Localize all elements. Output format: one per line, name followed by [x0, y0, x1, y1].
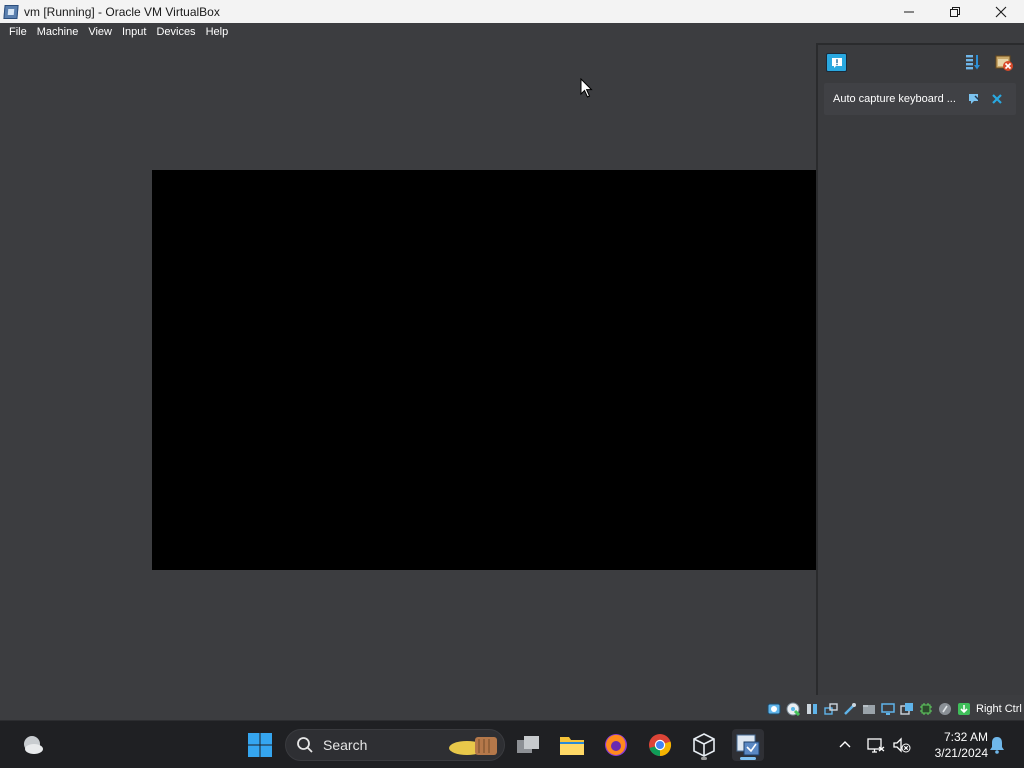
- display-icon[interactable]: [880, 701, 896, 717]
- title-bar: vm [Running] - Oracle VM VirtualBox: [0, 0, 1024, 23]
- optical-drive-icon[interactable]: [785, 701, 801, 717]
- clock-date: 3/21/2024: [934, 746, 988, 760]
- task-view-icon: [517, 736, 539, 753]
- menu-help[interactable]: Help: [201, 23, 234, 42]
- notification-message: Auto capture keyboard ...: [833, 93, 956, 105]
- search-highlight-icon: [449, 737, 497, 755]
- mouse-integration-icon[interactable]: [937, 701, 953, 717]
- network-icon[interactable]: [823, 701, 839, 717]
- firefox-icon: [605, 734, 627, 756]
- network-status-icon[interactable]: [866, 735, 886, 755]
- sort-icon[interactable]: [964, 53, 982, 71]
- firefox-button[interactable]: [600, 729, 632, 761]
- window-title: vm [Running] - Oracle VM VirtualBox: [24, 4, 220, 19]
- clear-notifications-icon[interactable]: [993, 51, 1015, 73]
- close-button[interactable]: [978, 0, 1024, 23]
- menu-view[interactable]: View: [83, 23, 117, 42]
- chrome-button[interactable]: [644, 729, 676, 761]
- do-not-show-again-icon[interactable]: [967, 92, 981, 106]
- window-controls: [886, 0, 1024, 23]
- restore-icon: [950, 6, 960, 17]
- system-clock[interactable]: 7:32 AM 3/21/2024: [918, 729, 988, 761]
- notification-center-toggle-button[interactable]: [826, 53, 847, 72]
- clock-time: 7:32 AM: [943, 730, 988, 744]
- weather-icon[interactable]: [20, 733, 46, 757]
- file-explorer-button[interactable]: [556, 729, 588, 761]
- host-key-icon[interactable]: [956, 701, 972, 717]
- notification-item: Auto capture keyboard ...: [824, 83, 1016, 115]
- menu-bar: File Machine View Input Devices Help: [0, 23, 1024, 42]
- minimize-button[interactable]: [886, 0, 932, 23]
- search-placeholder: Search: [323, 737, 368, 753]
- host-key-label: Right Ctrl: [976, 703, 1022, 715]
- exclamation-icon: [831, 57, 842, 68]
- close-icon: [995, 6, 1007, 17]
- restore-button[interactable]: [932, 0, 978, 23]
- notification-bell-icon[interactable]: [987, 735, 1007, 755]
- minimize-icon: [904, 11, 914, 12]
- volume-muted-icon[interactable]: [892, 735, 912, 755]
- recording-icon[interactable]: [899, 701, 915, 717]
- hard-disk-icon[interactable]: [766, 701, 782, 717]
- mouse-cursor-icon: [580, 78, 593, 98]
- close-notification-icon[interactable]: [990, 92, 1004, 106]
- menu-file[interactable]: File: [4, 23, 32, 42]
- menu-devices[interactable]: Devices: [151, 23, 200, 42]
- search-icon: [297, 737, 313, 753]
- chrome-icon: [649, 734, 672, 757]
- shared-folders-icon[interactable]: [861, 701, 877, 717]
- active-indicator: [740, 757, 756, 760]
- vm-window-button[interactable]: [732, 729, 764, 761]
- usb-icon[interactable]: [842, 701, 858, 717]
- menu-machine[interactable]: Machine: [32, 23, 84, 42]
- cpu-icon[interactable]: [918, 701, 934, 717]
- virtualbox-manager-button[interactable]: [688, 729, 720, 761]
- notification-center: Auto capture keyboard ...: [816, 43, 1024, 695]
- audio-icon[interactable]: [804, 701, 820, 717]
- folder-icon: [560, 737, 584, 755]
- taskbar: Search 7:32 AM 3/21/2024: [0, 720, 1024, 768]
- guest-display[interactable]: [152, 170, 816, 570]
- virtualbox-cube-icon: [693, 733, 715, 757]
- running-indicator: [701, 757, 707, 760]
- windows-start-icon[interactable]: [246, 731, 274, 759]
- virtualbox-vm-icon: [736, 734, 760, 756]
- taskbar-search-box[interactable]: Search: [285, 729, 505, 761]
- menu-input[interactable]: Input: [117, 23, 151, 42]
- status-bar: Right Ctrl: [766, 699, 1024, 719]
- task-view-button[interactable]: [512, 729, 544, 761]
- virtualbox-icon: [3, 4, 19, 20]
- show-hidden-icons-chevron-icon[interactable]: [836, 736, 854, 754]
- notification-center-header: [818, 45, 1024, 79]
